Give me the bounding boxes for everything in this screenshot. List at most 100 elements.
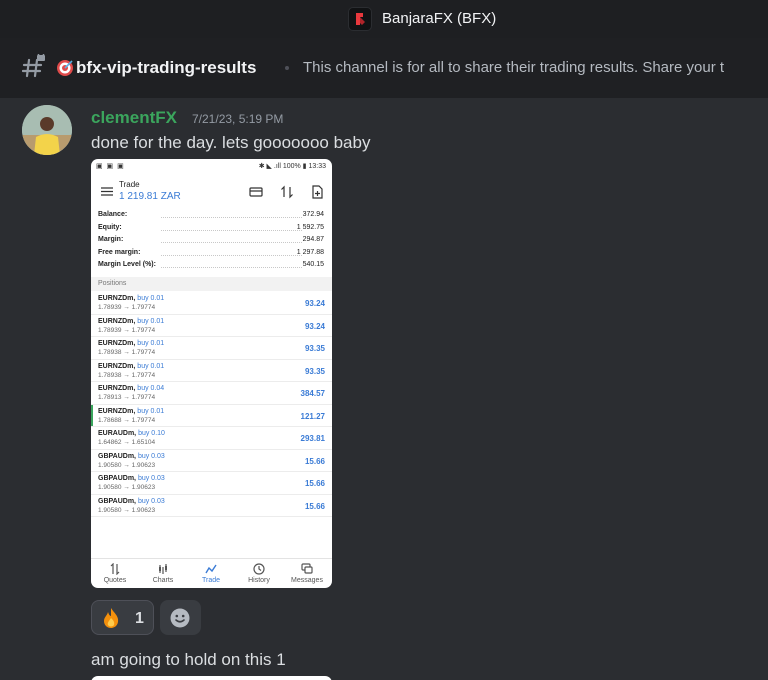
position-row[interactable]: EURAUDm, buy 0.10 1.64862 → 1.65104 293.81	[91, 427, 332, 450]
sort-icon	[281, 185, 293, 199]
position-symbol: GBPAUDm, buy 0.03	[98, 475, 165, 482]
fire-icon	[104, 608, 119, 628]
summary-row: Equity: 1 592.75	[91, 224, 332, 237]
status-right: ✱ ◣ .ıll 100% ▮ 13:33	[258, 163, 326, 170]
summary-label: Equity:	[98, 223, 122, 231]
symbol-name: EURNZDm,	[98, 385, 136, 392]
positions-header: Positions	[91, 277, 332, 291]
summary-row: Margin Level (%): 540.15	[91, 261, 332, 274]
reaction-fire[interactable]: 1	[91, 600, 154, 635]
symbol-name: EURNZDm,	[98, 317, 136, 325]
symbol-name: EURNZDm,	[98, 407, 136, 415]
position-prices: 1.78938 → 1.79774	[98, 349, 156, 356]
nav-messages[interactable]: Messages	[283, 559, 331, 588]
position-row[interactable]: EURNZDm, buy 0.01 1.78938 → 1.79774 93.35	[91, 337, 332, 360]
nav-label: Messages	[291, 577, 323, 584]
summary-value: 540.15	[302, 261, 324, 268]
history-icon	[253, 563, 265, 575]
symbol-name: GBPAUDm,	[98, 497, 136, 505]
message-author[interactable]: clementFX	[91, 108, 177, 128]
position-row[interactable]: GBPAUDm, buy 0.03 1.90580 → 1.90623 15.66	[91, 450, 332, 472]
positions-label: Positions	[98, 280, 127, 287]
add-reaction-button[interactable]	[160, 600, 201, 635]
channel-topic[interactable]: This channel is for all to share their t…	[303, 59, 768, 76]
position-prices: 1.90580 → 1.90623	[98, 506, 156, 514]
position-row[interactable]: EURNZDm, buy 0.01 1.78688 → 1.79774 121.27	[91, 404, 332, 427]
channel-name[interactable]: bfx-vip-trading-results	[76, 58, 256, 78]
position-row[interactable]: GBPAUDm, buy 0.03 1.90580 → 1.90623 15.66	[91, 495, 332, 517]
nav-history[interactable]: History	[235, 559, 283, 588]
summary-dots	[161, 267, 302, 268]
position-row[interactable]: GBPAUDm, buy 0.03 1.90580 → 1.90623 15.66	[91, 472, 332, 495]
symbol-name: EURAUDm,	[98, 430, 137, 437]
position-prices: 1.78688 → 1.79774	[98, 416, 156, 424]
menu-icon	[101, 187, 113, 196]
position-profit: 15.66	[304, 479, 325, 488]
position-symbol: EURNZDm, buy 0.01	[98, 295, 164, 302]
target-icon	[56, 59, 74, 77]
divider	[285, 66, 289, 70]
symbol-name: EURNZDm,	[98, 340, 136, 347]
banjarafx-logo-icon	[348, 7, 372, 31]
new-order-icon	[312, 185, 323, 199]
message-text-2: am going to hold on this 1	[91, 650, 286, 669]
nav-quotes[interactable]: Quotes	[91, 559, 139, 588]
messages-icon	[301, 563, 313, 574]
position-profit: 121.27	[300, 411, 325, 421]
symbol-name: GBPAUDm,	[98, 452, 136, 460]
position-prices: 1.90580 → 1.90623	[98, 484, 156, 491]
summary-value: 372.94	[302, 211, 324, 218]
position-row[interactable]: EURNZDm, buy 0.04 1.78913 → 1.79774 384.57	[91, 382, 332, 405]
position-symbol: EURNZDm, buy 0.01	[98, 408, 164, 415]
message-text: done for the day. lets gooooooo baby	[91, 133, 371, 152]
position-symbol: EURAUDm, buy 0.10	[98, 430, 165, 437]
position-prices: 1.78939 → 1.79774	[98, 326, 156, 334]
symbol-name: EURNZDm,	[98, 362, 136, 370]
position-symbol: EURNZDm, buy 0.01	[98, 318, 164, 325]
hash-lock-icon	[21, 50, 46, 80]
position-prices: 1.78938 → 1.79774	[98, 371, 156, 379]
position-side: buy 0.04	[137, 385, 165, 392]
summary-value: 1 592.75	[296, 223, 324, 231]
avatar[interactable]	[22, 105, 72, 155]
title-bar: BanjaraFX (BFX)	[0, 0, 768, 38]
position-row[interactable]: EURNZDm, buy 0.01 1.78939 → 1.79774 93.24	[91, 292, 332, 315]
app-title: BanjaraFX (BFX)	[382, 10, 497, 27]
position-row[interactable]: EURNZDm, buy 0.01 1.78939 → 1.79774 93.24	[91, 315, 332, 337]
image-attachment[interactable]: ▣ ▣ ▣ ✱ ◣ .ıll 100% ▮ 13:33 Trade 1 219.…	[91, 159, 332, 588]
position-row[interactable]: EURNZDm, buy 0.01 1.78938 → 1.79774 93.35	[91, 360, 332, 382]
nav-trade[interactable]: Trade	[187, 559, 235, 588]
positions-list: EURNZDm, buy 0.01 1.78939 → 1.79774 93.24 E…	[91, 292, 332, 517]
channel-header: bfx-vip-trading-results This channel is …	[0, 38, 768, 99]
trade-title: Trade	[119, 180, 140, 189]
phone-status-bar: ▣ ▣ ▣ ✱ ◣ .ıll 100% ▮ 13:33	[91, 159, 332, 175]
symbol-name: EURNZDm,	[98, 295, 136, 302]
position-side: buy 0.01	[137, 295, 165, 302]
summary-row: Margin: 294.87	[91, 236, 332, 249]
position-profit: 93.24	[304, 299, 325, 308]
position-profit: 293.81	[300, 434, 325, 443]
position-prices: 1.64862 → 1.65104	[98, 439, 156, 446]
summary-dots	[161, 229, 302, 231]
nav-charts[interactable]: Charts	[139, 559, 187, 588]
account-summary: Balance: 372.94 Equity: 1 592.75 Margin: 294.…	[91, 211, 332, 274]
summary-row: Free margin: 1 297.88	[91, 249, 332, 262]
summary-dots	[161, 217, 302, 218]
summary-label: Margin:	[98, 236, 124, 243]
position-side: buy 0.10	[138, 430, 165, 437]
position-prices: 1.78939 → 1.79774	[98, 304, 156, 311]
position-symbol: GBPAUDm, buy 0.03	[98, 453, 165, 460]
position-side: buy 0.01	[137, 362, 165, 370]
image-attachment-2[interactable]	[91, 676, 332, 680]
position-side: buy 0.01	[137, 340, 165, 347]
trade-header: Trade 1 219.81 ZAR	[91, 175, 332, 209]
position-profit: 15.66	[304, 501, 325, 511]
summary-label: Margin Level (%):	[98, 261, 156, 268]
nav-label: Charts	[152, 577, 174, 584]
position-side: buy 0.01	[137, 407, 165, 415]
reaction-count: 1	[135, 610, 144, 627]
trade-icon	[205, 564, 217, 574]
summary-value: 1 297.88	[296, 248, 324, 256]
message-timestamp: 7/21/23, 5:19 PM	[192, 112, 284, 126]
summary-dots	[161, 254, 302, 256]
